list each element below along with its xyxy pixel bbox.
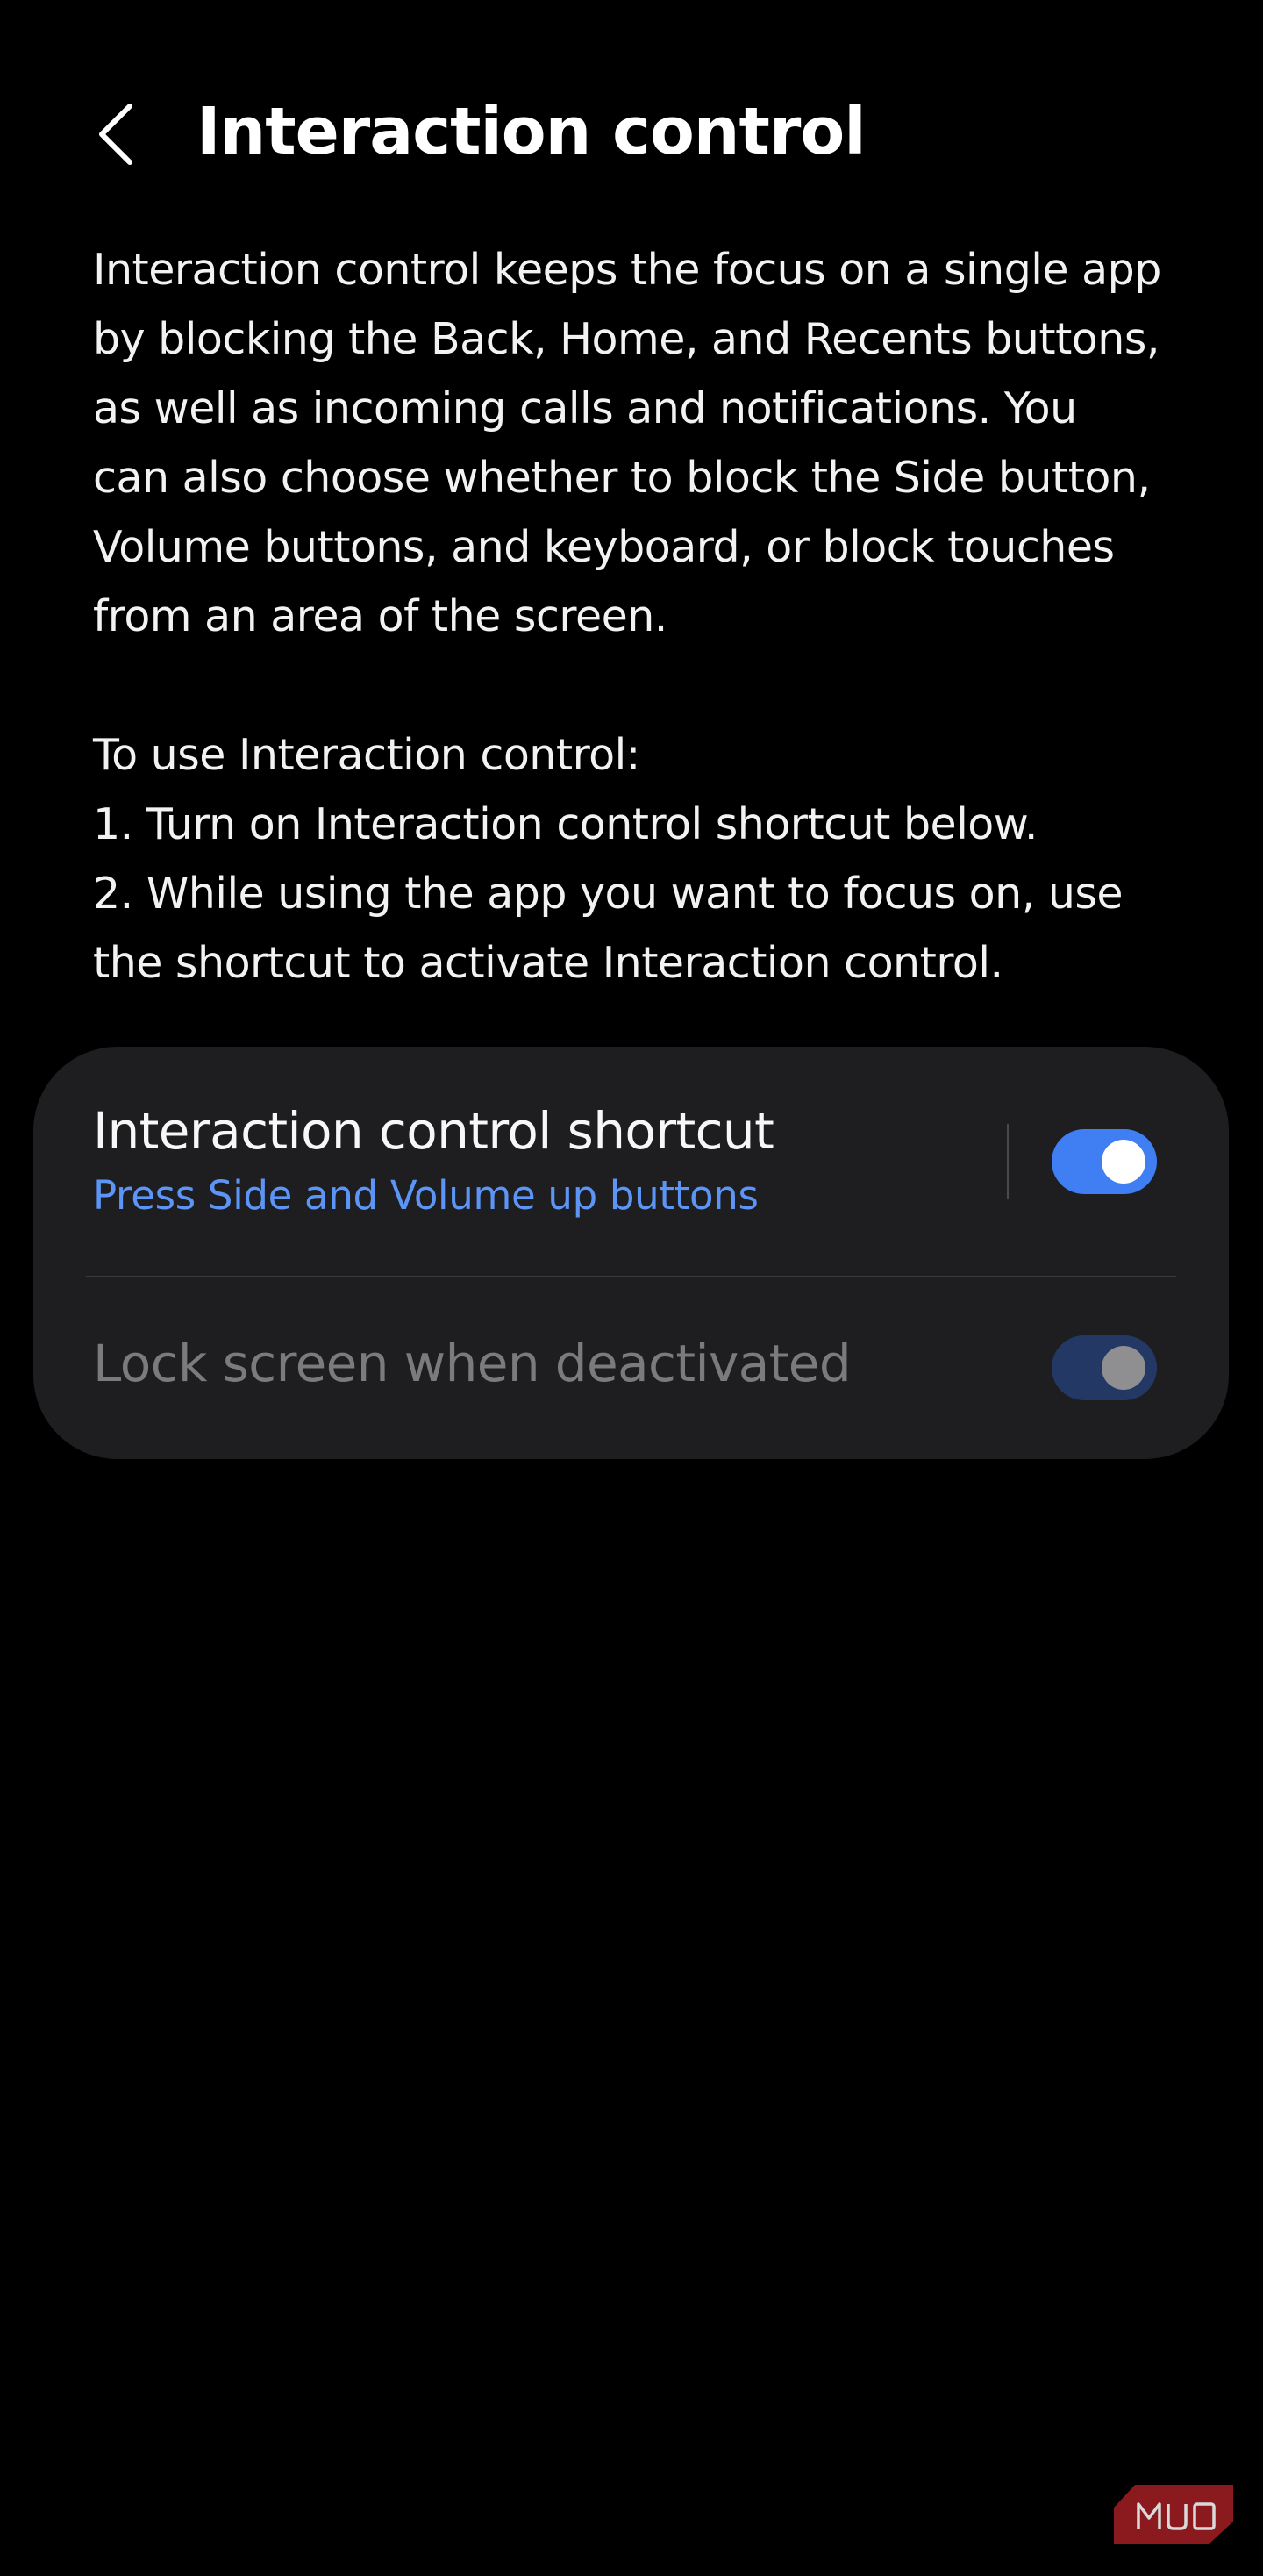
setting-row-shortcut[interactable]: Interaction control shortcut Press Side … (33, 1047, 1229, 1277)
setting-row-lock-screen[interactable]: Lock screen when deactivated (33, 1277, 1229, 1459)
settings-card: Interaction control shortcut Press Side … (33, 1047, 1229, 1459)
header: Interaction control (0, 79, 1263, 184)
lock-screen-title: Lock screen when deactivated (93, 1334, 852, 1393)
toggle-knob (1102, 1346, 1145, 1390)
description-paragraph: Interaction control keeps the focus on a… (93, 245, 1161, 641)
muo-watermark-logo (1112, 2483, 1235, 2546)
shortcut-title: Interaction control shortcut (93, 1101, 774, 1161)
instructions-paragraph: To use Interaction control: 1. Turn on I… (93, 730, 1124, 988)
chevron-left-icon (99, 104, 132, 165)
lock-screen-toggle[interactable] (1052, 1335, 1157, 1400)
shortcut-subtitle: Press Side and Volume up buttons (93, 1172, 759, 1219)
shortcut-toggle[interactable] (1052, 1129, 1157, 1194)
vertical-divider (1007, 1124, 1009, 1199)
page-title: Interaction control (196, 94, 867, 169)
back-button[interactable] (84, 95, 147, 174)
toggle-knob (1102, 1140, 1145, 1184)
description: Interaction control keeps the focus on a… (93, 235, 1181, 998)
